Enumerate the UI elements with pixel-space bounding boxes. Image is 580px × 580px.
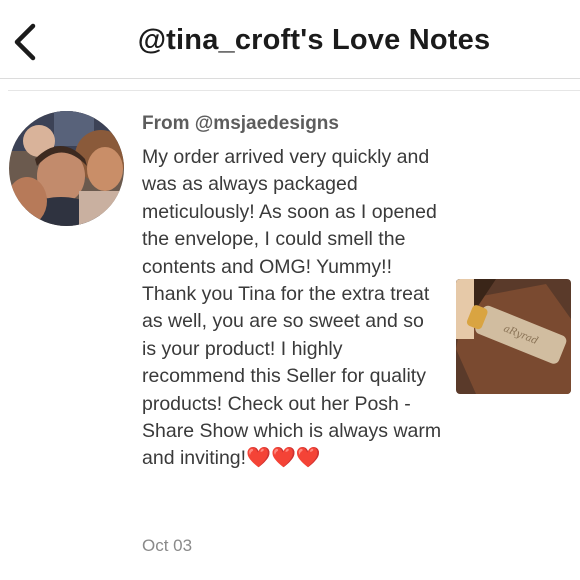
avatar[interactable] [9,111,124,226]
note-author: From @msjaedesigns [142,113,339,134]
divider [8,90,580,91]
love-notes-screen: @tina_croft's Love Notes From @msjaedesi… [0,0,580,580]
heart-icons: ❤️❤️❤️ [246,447,321,470]
page-title: @tina_croft's Love Notes [137,24,491,56]
note-message-text: My order arrived very quickly and was as… [142,146,442,470]
header: @tina_croft's Love Notes [0,0,580,79]
chevron-left-icon [14,23,36,61]
back-button[interactable] [6,20,46,64]
avatar-photo [9,111,124,226]
note-date: Oct 03 [142,536,193,555]
product-photo: aRyrad [456,279,571,394]
product-thumbnail[interactable]: aRyrad [456,279,571,394]
note-message: My order arrived very quickly and was as… [142,144,442,473]
